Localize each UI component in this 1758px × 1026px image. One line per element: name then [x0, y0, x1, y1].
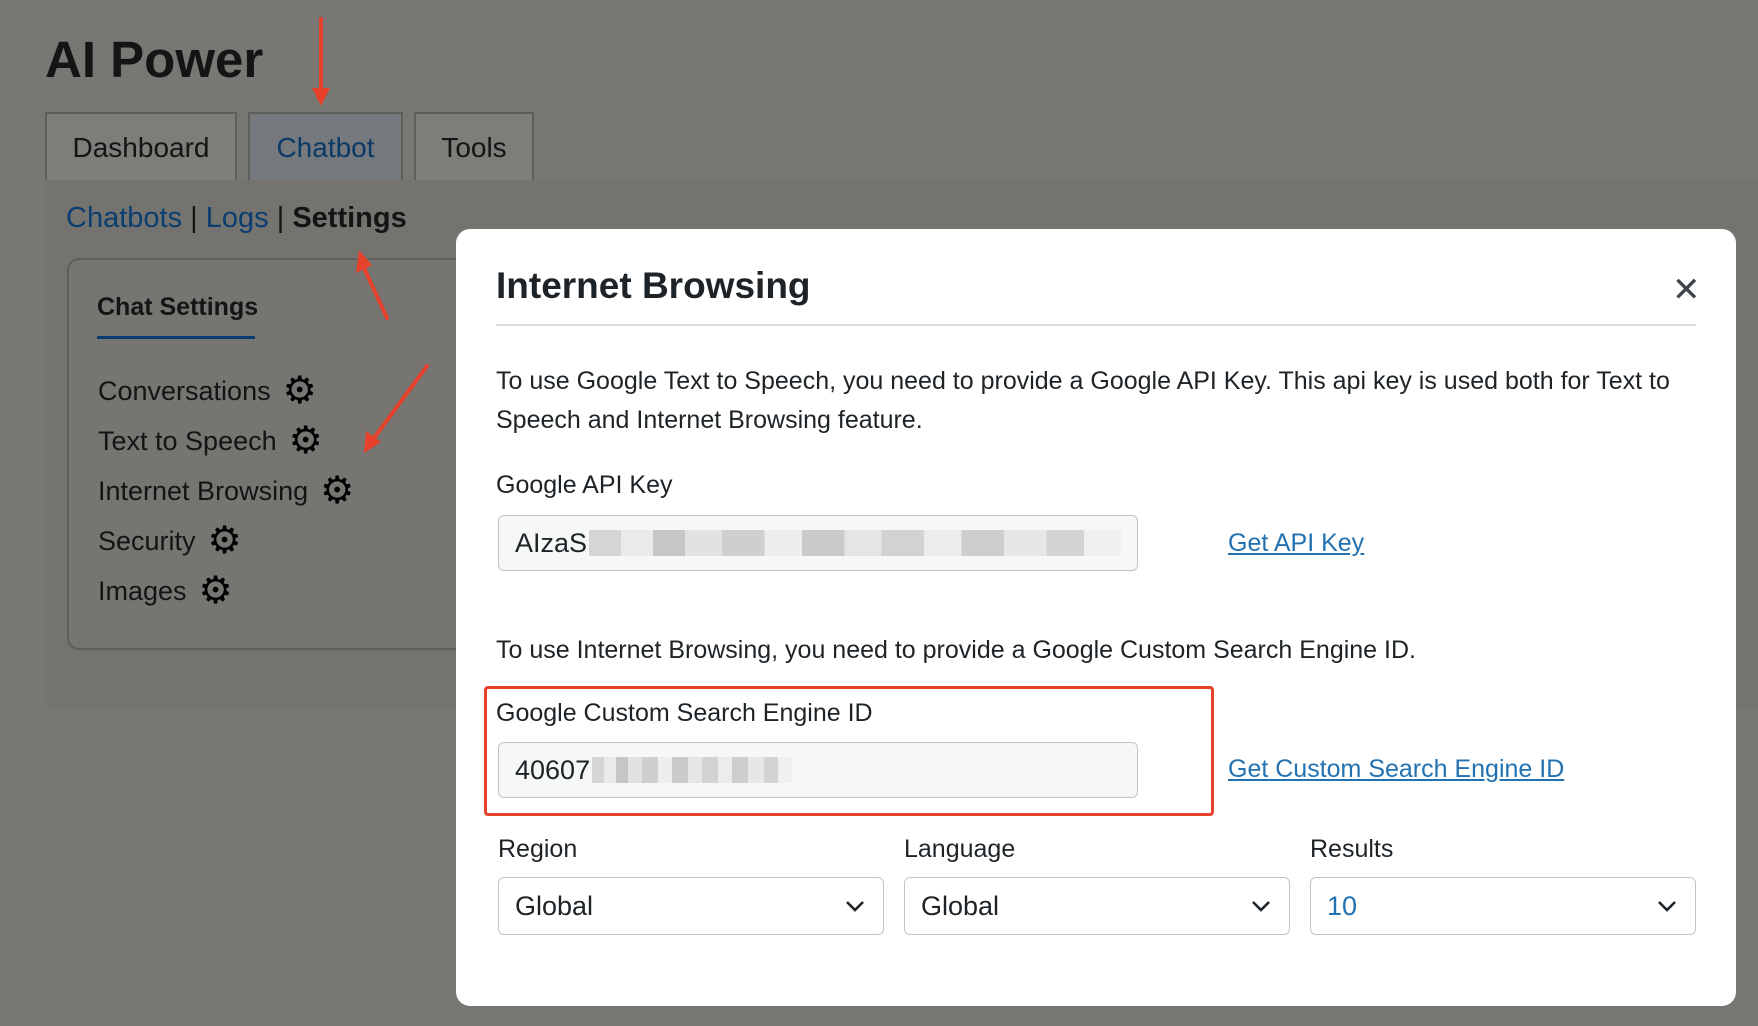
chevron-down-icon: [1252, 901, 1270, 912]
modal-divider: [496, 324, 1696, 326]
gear-icon[interactable]: ⚙: [199, 572, 233, 610]
tab-chatbot[interactable]: Chatbot: [248, 112, 403, 180]
settings-item-label: Internet Browsing: [98, 475, 309, 506]
chat-settings-list: Conversations ⚙ Text to Speech ⚙ Interne…: [98, 366, 354, 616]
settings-item-label: Text to Speech: [98, 425, 277, 456]
settings-item-images: Images ⚙: [98, 566, 354, 616]
arrow-head: [312, 88, 330, 106]
chat-settings-tab[interactable]: Chat Settings: [97, 293, 258, 322]
gear-icon[interactable]: ⚙: [208, 522, 242, 560]
region-value: Global: [515, 890, 594, 921]
subnav-separator: |: [276, 202, 285, 234]
settings-item-label: Conversations: [98, 375, 271, 406]
cse-id-value: 40607: [515, 754, 591, 785]
results-label: Results: [1310, 835, 1394, 863]
api-key-value: AIzaS: [515, 527, 588, 558]
chevron-down-icon: [846, 901, 864, 912]
region-label: Region: [498, 835, 578, 863]
get-cse-id-link[interactable]: Get Custom Search Engine ID: [1228, 755, 1564, 784]
subnav-chatbots-link[interactable]: Chatbots: [66, 202, 182, 234]
tab-dashboard[interactable]: Dashboard: [45, 112, 237, 180]
redacted-value: [592, 757, 793, 783]
app-title: AI Power: [45, 31, 264, 88]
settings-item-text-to-speech: Text to Speech ⚙: [98, 416, 354, 466]
api-key-input[interactable]: AIzaS: [498, 515, 1138, 571]
region-select[interactable]: Global: [498, 877, 884, 935]
settings-item-conversations: Conversations ⚙: [98, 366, 354, 416]
settings-item-security: Security ⚙: [98, 516, 354, 566]
gear-icon[interactable]: ⚙: [283, 372, 317, 410]
tab-tools[interactable]: Tools: [414, 112, 534, 180]
internet-browsing-modal: Internet Browsing ✕ To use Google Text t…: [456, 229, 1736, 1006]
chevron-down-icon: [1658, 901, 1676, 912]
api-key-label: Google API Key: [496, 471, 673, 499]
cse-id-label: Google Custom Search Engine ID: [496, 699, 873, 727]
gear-icon[interactable]: ⚙: [289, 422, 323, 460]
language-select[interactable]: Global: [904, 877, 1290, 935]
language-value: Global: [921, 890, 1000, 921]
gear-icon[interactable]: ⚙: [320, 472, 354, 510]
language-label: Language: [904, 835, 1016, 863]
get-api-key-link[interactable]: Get API Key: [1228, 529, 1364, 558]
subnav-logs-link[interactable]: Logs: [206, 202, 269, 234]
cse-id-input[interactable]: 40607: [498, 742, 1138, 798]
subnav-separator: |: [190, 202, 198, 234]
close-icon[interactable]: ✕: [1672, 273, 1701, 307]
subnav-settings-current: Settings: [292, 202, 407, 234]
sub-navigation: Chatbots | Logs | Settings: [66, 202, 407, 235]
cse-description: To use Internet Browsing, you need to pr…: [496, 636, 1416, 664]
settings-item-label: Images: [98, 575, 187, 606]
settings-item-internet-browsing: Internet Browsing ⚙: [98, 466, 354, 516]
redacted-value: [589, 530, 1121, 556]
results-value: 10: [1327, 890, 1358, 921]
api-key-description: To use Google Text to Speech, you need t…: [496, 367, 1670, 434]
modal-title: Internet Browsing: [496, 265, 811, 306]
settings-item-label: Security: [98, 525, 196, 556]
active-tab-underline: [97, 336, 255, 339]
results-select[interactable]: 10: [1310, 877, 1696, 935]
